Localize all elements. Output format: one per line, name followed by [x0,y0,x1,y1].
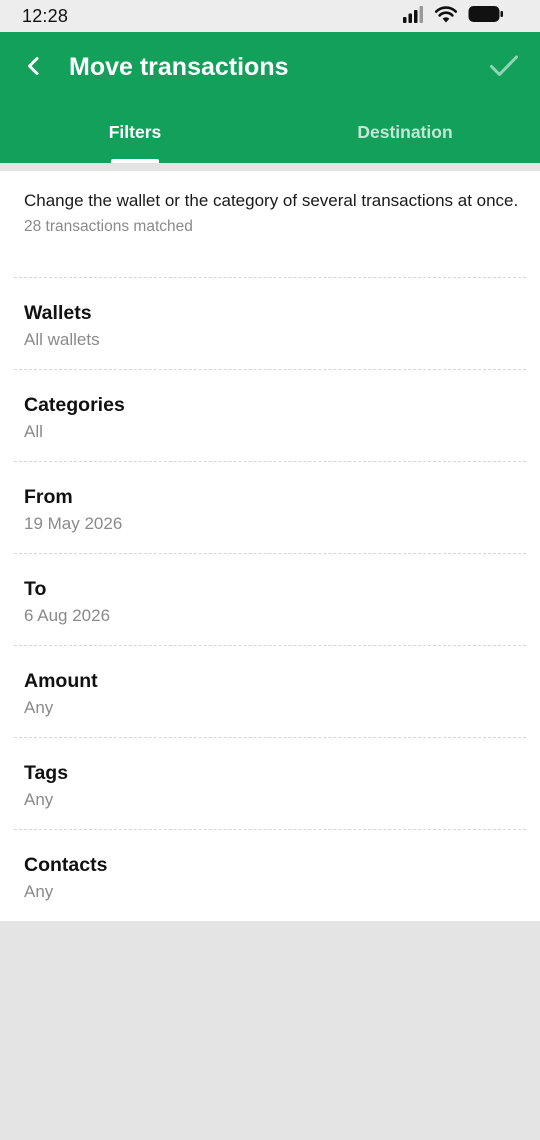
empty-background [0,921,540,1140]
signal-icon [402,5,424,28]
status-icons [402,5,504,28]
tab-bar: Filters Destination [0,104,540,163]
intro-section: Change the wallet or the category of sev… [24,190,524,237]
app-bar: Move transactions Filters Destination [0,32,540,163]
filter-value: Any [24,698,54,717]
filter-label: Tags [24,762,69,784]
divider [14,277,526,278]
intro-description: Change the wallet or the category of sev… [24,191,519,210]
status-time: 12:28 [22,6,69,26]
divider [14,829,526,830]
divider [14,553,526,554]
active-tab-indicator [111,159,159,163]
status-bar: 12:28 [0,0,540,32]
divider [14,645,526,646]
filter-value: Any [24,790,54,809]
back-button[interactable] [16,50,52,86]
filters-panel: Change the wallet or the category of sev… [0,171,540,921]
filter-from-date[interactable]: From 19 May 2026 [0,484,540,574]
filter-amount[interactable]: Amount Any [0,668,540,758]
filter-label: Amount [24,670,98,692]
filter-value: All wallets [24,330,100,349]
filter-label: Wallets [24,302,92,324]
divider [14,369,526,370]
filter-label: To [24,578,47,600]
filter-value: All [24,422,43,441]
filter-value: Any [24,882,54,901]
filter-label: From [24,486,73,508]
tab-filters[interactable]: Filters [0,104,270,163]
filter-categories[interactable]: Categories All [0,392,540,482]
wifi-icon [434,5,458,28]
confirm-button[interactable] [486,50,522,86]
filter-label: Contacts [24,854,108,876]
page-title: Move transactions [69,53,289,81]
divider [14,737,526,738]
filter-to-date[interactable]: To 6 Aug 2026 [0,576,540,666]
filter-tags[interactable]: Tags Any [0,760,540,850]
filter-value: 19 May 2026 [24,514,123,533]
chevron-left-icon [24,56,44,81]
battery-icon [468,5,504,28]
divider [14,461,526,462]
filter-label: Categories [24,394,125,416]
matched-count: 28 transactions matched [24,218,193,235]
tab-destination[interactable]: Destination [270,104,540,163]
filter-wallets[interactable]: Wallets All wallets [0,300,540,390]
filter-value: 6 Aug 2026 [24,606,111,625]
check-icon [489,54,519,83]
tab-filters-label: Filters [108,122,162,142]
tab-destination-label: Destination [357,122,453,142]
